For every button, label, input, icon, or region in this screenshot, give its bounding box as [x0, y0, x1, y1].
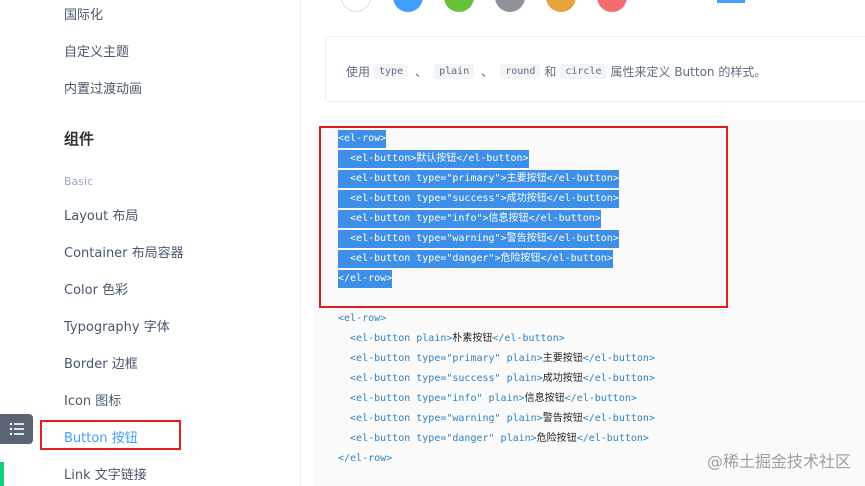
description-block: 使用 type 、 plain 、 round 和 circle 属性来定义 B…	[325, 36, 865, 102]
circle-button-success[interactable]	[444, 0, 474, 12]
code-line: </el-row>	[338, 270, 393, 288]
desc-prefix: 使用	[346, 65, 371, 79]
code-line-close: </el-button>	[546, 173, 619, 184]
code-line: <el-button type="info">信息按钮</el-button>	[338, 210, 601, 228]
code-line: <el-row>	[338, 130, 387, 148]
code-line-markup: <el-button>	[338, 153, 417, 164]
code-line: <el-button type="warning">警告按钮</el-butto…	[338, 230, 619, 248]
code-line-markup: <el-button type="info" plain>	[338, 393, 525, 404]
sidebar-item-color[interactable]: Color 色彩	[64, 279, 128, 298]
code-line-close: </el-button>	[546, 193, 619, 204]
code-line-label: 危险按钮	[536, 433, 577, 444]
code-line: <el-button type="primary">主要按钮</el-butto…	[338, 170, 619, 188]
circle-button-danger[interactable]	[597, 0, 627, 12]
circle-button-info[interactable]	[495, 0, 525, 12]
code-line: <el-button type="danger">危险按钮</el-button…	[338, 250, 613, 268]
code-line-markup: <el-button type="danger">	[338, 253, 501, 264]
code-line-markup: <el-button type="danger" plain>	[338, 433, 537, 444]
code-line-markup: </el-row>	[338, 453, 393, 464]
side-indicator	[0, 462, 4, 486]
code-line: <el-row>	[338, 310, 386, 328]
sidebar-item-custom-theme[interactable]: 自定义主题	[64, 41, 129, 60]
main-content: 使用 type 、 plain 、 round 和 circle 属性来定义 B…	[301, 0, 865, 486]
sidebar-item-transition[interactable]: 内置过渡动画	[64, 78, 142, 97]
circle-button-primary[interactable]	[393, 0, 423, 12]
code-line-label: 信息按钮	[488, 213, 529, 224]
desc-suffix: 属性来定义 Button 的样式。	[610, 65, 767, 79]
code-line-markup: <el-row>	[338, 313, 387, 324]
code-line-label: 朴素按钮	[452, 333, 493, 344]
code-line-markup: <el-row>	[338, 133, 387, 144]
sidebar-subgroup-basic: Basic	[64, 175, 94, 188]
code-line-markup: </el-row>	[338, 273, 393, 284]
code-line-close: </el-button>	[582, 373, 655, 384]
code-line: <el-button plain>朴素按钮</el-button>	[338, 330, 565, 348]
list-icon	[9, 422, 24, 436]
code-type: type	[374, 64, 409, 79]
code-line: <el-button type="primary" plain>主要按钮</el…	[338, 350, 655, 368]
code-line-close: </el-button>	[582, 413, 655, 424]
watermark: @稀土掘金技术社区	[706, 452, 851, 471]
description-text: 使用 type 、 plain 、 round 和 circle 属性来定义 B…	[346, 63, 766, 80]
sidebar-item-typography[interactable]: Typography 字体	[64, 316, 170, 335]
sidebar-item-container[interactable]: Container 布局容器	[64, 242, 184, 261]
code-line-markup: <el-button type="warning" plain>	[338, 413, 543, 424]
code-line-label: 成功按钮	[542, 373, 583, 384]
code-line-markup: <el-button type="success">	[338, 193, 507, 204]
code-line-close: </el-button>	[528, 213, 601, 224]
code-line-close: </el-button>	[540, 253, 613, 264]
code-line-label: 警告按钮	[506, 233, 547, 244]
code-line-close: </el-button>	[564, 393, 637, 404]
code-line: <el-button>默认按钮</el-button>	[338, 150, 529, 168]
code-line: <el-button type="warning" plain>警告按钮</el…	[338, 410, 655, 428]
sidebar: 国际化 自定义主题 内置过渡动画 组件 Basic Layout 布局 Cont…	[0, 0, 301, 486]
menu-toggle-button[interactable]	[0, 414, 33, 444]
code-line-label: 警告按钮	[542, 413, 583, 424]
code-line-close: </el-button>	[546, 233, 619, 244]
annotation-box-sidebar	[40, 420, 181, 450]
code-line-markup: <el-button type="warning">	[338, 233, 507, 244]
sidebar-group-title: 组件	[64, 130, 95, 148]
code-line-label: 信息按钮	[524, 393, 565, 404]
code-block[interactable]: <el-row> <el-button>默认按钮</el-button> <el…	[314, 120, 865, 486]
code-plain: plain	[434, 64, 475, 79]
circle-button-default[interactable]	[341, 0, 371, 12]
code-line: <el-button type="danger" plain>危险按钮</el-…	[338, 430, 649, 448]
desc-sep: 、	[415, 65, 428, 79]
code-line-label: 主要按钮	[542, 353, 583, 364]
code-line: <el-button type="success">成功按钮</el-butto…	[338, 190, 619, 208]
sidebar-item-border[interactable]: Border 边框	[64, 353, 138, 372]
sidebar-item-i18n[interactable]: 国际化	[64, 4, 103, 23]
code-line-close: </el-button>	[456, 153, 529, 164]
sidebar-item-link[interactable]: Link 文字链接	[64, 464, 147, 483]
code-line-markup: <el-button type="info">	[338, 213, 489, 224]
code-line-label: 主要按钮	[506, 173, 547, 184]
code-circle: circle	[560, 64, 607, 79]
desc-and: 和	[544, 65, 557, 79]
code-line-markup: <el-button type="primary" plain>	[338, 353, 543, 364]
desc-sep: 、	[481, 65, 494, 79]
code-round: round	[500, 64, 541, 79]
code-line-close: </el-button>	[582, 353, 655, 364]
circle-button-warning[interactable]	[546, 0, 576, 12]
tab-indicator	[717, 0, 745, 3]
code-line: <el-button type="success" plain>成功按钮</el…	[338, 370, 655, 388]
code-line: <el-button type="info" plain>信息按钮</el-bu…	[338, 390, 637, 408]
code-line-label: 成功按钮	[506, 193, 547, 204]
code-line-markup: <el-button type="primary">	[338, 173, 507, 184]
code-line-label: 默认按钮	[416, 153, 457, 164]
code-line-close: </el-button>	[492, 333, 565, 344]
code-line-markup: <el-button plain>	[338, 333, 453, 344]
code-line: </el-row>	[338, 450, 392, 468]
sidebar-item-layout[interactable]: Layout 布局	[64, 205, 138, 224]
code-line-close: </el-button>	[576, 433, 649, 444]
sidebar-item-icon[interactable]: Icon 图标	[64, 390, 121, 409]
code-line-label: 危险按钮	[500, 253, 541, 264]
code-line-markup: <el-button type="success" plain>	[338, 373, 543, 384]
